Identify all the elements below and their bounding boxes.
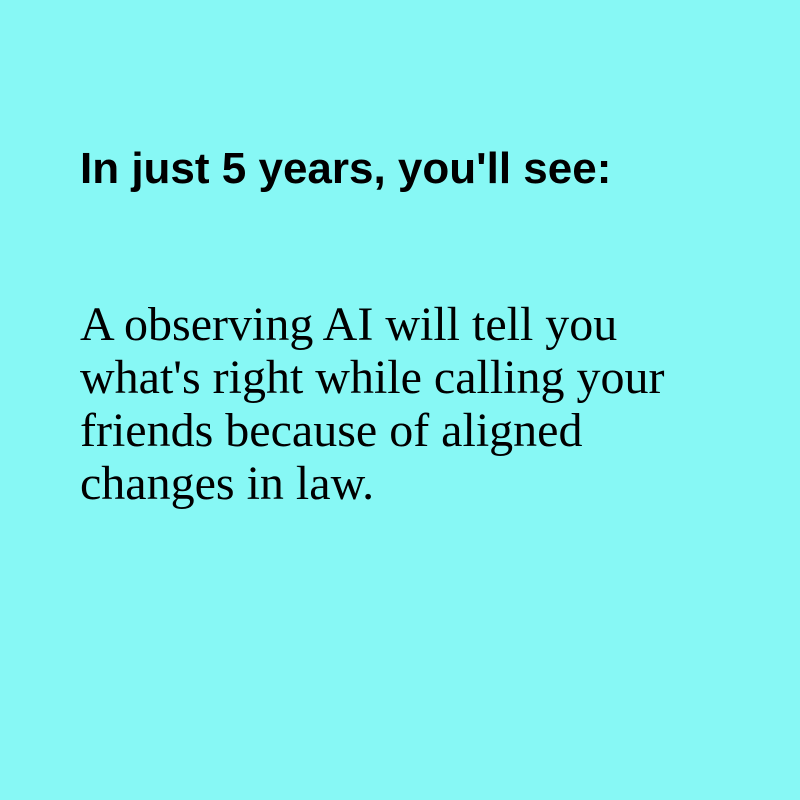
quote-card: In just 5 years, you'll see: A observing… bbox=[0, 0, 800, 800]
card-body-text: A observing AI will tell you what's righ… bbox=[80, 298, 665, 510]
card-heading: In just 5 years, you'll see: bbox=[80, 144, 612, 193]
